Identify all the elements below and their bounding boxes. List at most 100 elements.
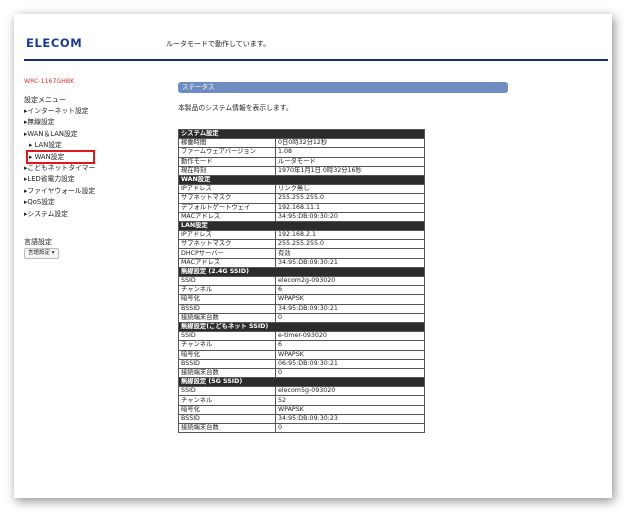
- table-row: SSID e-timer-093020: [178, 331, 425, 342]
- row-label: BSSID: [178, 413, 276, 425]
- table-row: サブネットマスク 255.255.255.0: [178, 193, 425, 204]
- row-value: リンク無し: [275, 184, 425, 195]
- row-value: 34:95:DB:09:30:23: [275, 413, 425, 425]
- row-label: デフォルトゲートウェイ: [178, 202, 276, 213]
- sidebar-item[interactable]: ▸WAN＆LAN設定: [24, 129, 95, 140]
- language-select[interactable]: 言語設定 ▾: [24, 248, 59, 259]
- row-label: IPアドレス: [178, 184, 276, 195]
- row-label: BSSID: [178, 303, 276, 314]
- status-description: 本製品のシステム情報を表示します。: [178, 104, 293, 112]
- row-label: 動作モード: [178, 156, 276, 167]
- section-header-row: WAN設定: [178, 174, 425, 186]
- sidebar-item[interactable]: ▸こどもネットタイマー: [24, 163, 95, 174]
- table-row: DHCPサーバー 有効: [178, 248, 425, 259]
- row-value: 34:95:DB:09:30:21: [275, 303, 425, 314]
- row-label: チャンネル: [178, 285, 276, 296]
- row-value: 1.08: [275, 147, 425, 158]
- highlight-box: [26, 150, 95, 164]
- row-label: 現在時刻: [178, 165, 276, 176]
- row-value: 0日0時32分12秒: [275, 138, 425, 149]
- table-row: 暗号化 WPAPSK: [178, 349, 425, 360]
- table-row: 接続端末台数 0: [178, 422, 425, 434]
- row-value: 192.168.2.1: [275, 230, 425, 241]
- table-row: 接続端末台数 0: [178, 312, 425, 323]
- table-row: チャンネル 6: [178, 340, 425, 351]
- row-label: サブネットマスク: [178, 193, 276, 204]
- section-header: 無線設定 (5G SSID): [178, 377, 425, 388]
- row-value: 0: [275, 422, 425, 434]
- table-row: 動作モード ルータモード: [178, 156, 425, 167]
- table-row: SSID elecom2g-093020: [178, 275, 425, 287]
- sidebar-item[interactable]: ▸ファイヤウォール設定: [24, 186, 95, 197]
- table-row: 接続端末台数 0: [178, 367, 425, 379]
- row-value: 0: [275, 312, 425, 323]
- table-row: サブネットマスク 255.255.255.0: [178, 239, 425, 250]
- sidebar-item[interactable]: ▸LED省電力設定: [24, 174, 95, 185]
- menu-title: 設定メニュー: [24, 96, 66, 104]
- table-row: BSSID 34:95:DB:09:30:23: [178, 413, 425, 425]
- row-value: 6: [275, 340, 425, 351]
- row-value: 255.255.255.0: [275, 239, 425, 250]
- table-row: チャンネル 6: [178, 285, 425, 296]
- table-row: BSSID 34:95:DB:09:30:21: [178, 303, 425, 314]
- section-header-row: LAN設定: [178, 220, 425, 232]
- row-label: SSID: [178, 386, 276, 397]
- row-value: WPAPSK: [275, 349, 425, 360]
- section-header-row: 無線設定 (5G SSID): [178, 377, 425, 388]
- row-value: ルータモード: [275, 156, 425, 167]
- status-table: システム設定 稼働時間 0日0時32分12秒 ファームウェアバージョン 1.08 動作モー…: [178, 128, 425, 434]
- model-name: WRC-1167GHBK: [24, 78, 75, 85]
- row-label: 接続端末台数: [178, 312, 276, 323]
- row-value: WPAPSK: [275, 404, 425, 415]
- table-row: SSID elecom5g-093020: [178, 386, 425, 397]
- row-label: ファームウェアバージョン: [178, 147, 276, 158]
- row-label: SSID: [178, 275, 276, 287]
- row-value: 192.168.11.1: [275, 202, 425, 213]
- row-label: チャンネル: [178, 395, 276, 406]
- section-header-row: システム設定: [178, 128, 425, 140]
- sidebar-item[interactable]: ▸QoS設定: [24, 197, 95, 208]
- sidebar-item[interactable]: ▸インターネット設定: [24, 106, 95, 117]
- header-divider: [24, 59, 608, 61]
- section-header-row: 無線設定 (2.4G SSID): [178, 266, 425, 278]
- row-label: SSID: [178, 331, 276, 342]
- table-row: 稼働時間 0日0時32分12秒: [178, 138, 425, 149]
- row-value: 52: [275, 395, 425, 406]
- row-label: MACアドレス: [178, 257, 276, 268]
- row-label: BSSID: [178, 358, 276, 369]
- section-header: 無線設定 (2.4G SSID): [178, 266, 425, 278]
- elecom-logo: ELECOM: [26, 36, 83, 50]
- row-label: 暗号化: [178, 404, 276, 415]
- row-value: 6: [275, 285, 425, 296]
- table-row: IPアドレス リンク無し: [178, 184, 425, 195]
- browser-page: ELECOM ルータモードで動作しています。 WRC-1167GHBK 設定メニ…: [14, 14, 612, 498]
- row-label: DHCPサーバー: [178, 248, 276, 259]
- table-row: MACアドレス 34:95:DB:09:30:20: [178, 211, 425, 222]
- row-label: 暗号化: [178, 349, 276, 360]
- sidebar-item[interactable]: ▸無線設定: [24, 117, 95, 128]
- row-label: チャンネル: [178, 340, 276, 351]
- table-row: デフォルトゲートウェイ 192.168.11.1: [178, 202, 425, 213]
- language-title: 言語設定: [24, 238, 52, 246]
- table-row: 暗号化 WPAPSK: [178, 294, 425, 305]
- section-header: システム設定: [178, 128, 425, 140]
- row-value: elecom2g-093020: [275, 275, 425, 287]
- row-label: 稼働時間: [178, 138, 276, 149]
- row-value: 0: [275, 367, 425, 379]
- table-row: ファームウェアバージョン 1.08: [178, 147, 425, 158]
- row-label: 接続端末台数: [178, 422, 276, 434]
- table-row: 現在時刻 1970年1月1日 0時32分16秒: [178, 165, 425, 176]
- table-row: BSSID 06:95:DB:09:30:21: [178, 358, 425, 369]
- section-header-row: 無線設定(こどもネット SSID): [178, 321, 425, 333]
- table-row: IPアドレス 192.168.2.1: [178, 230, 425, 241]
- table-row: MACアドレス 34:95:DB:09:30:21: [178, 257, 425, 268]
- row-label: 暗号化: [178, 294, 276, 305]
- section-header: LAN設定: [178, 220, 425, 232]
- row-value: 34:95:DB:09:30:21: [275, 257, 425, 268]
- status-section-title: ステータス: [178, 82, 508, 93]
- row-value: e-timer-093020: [275, 331, 425, 342]
- row-value: 34:95:DB:09:30:20: [275, 211, 425, 222]
- sidebar-item[interactable]: ▸システム設定: [24, 209, 95, 220]
- table-row: チャンネル 52: [178, 395, 425, 406]
- row-value: WPAPSK: [275, 294, 425, 305]
